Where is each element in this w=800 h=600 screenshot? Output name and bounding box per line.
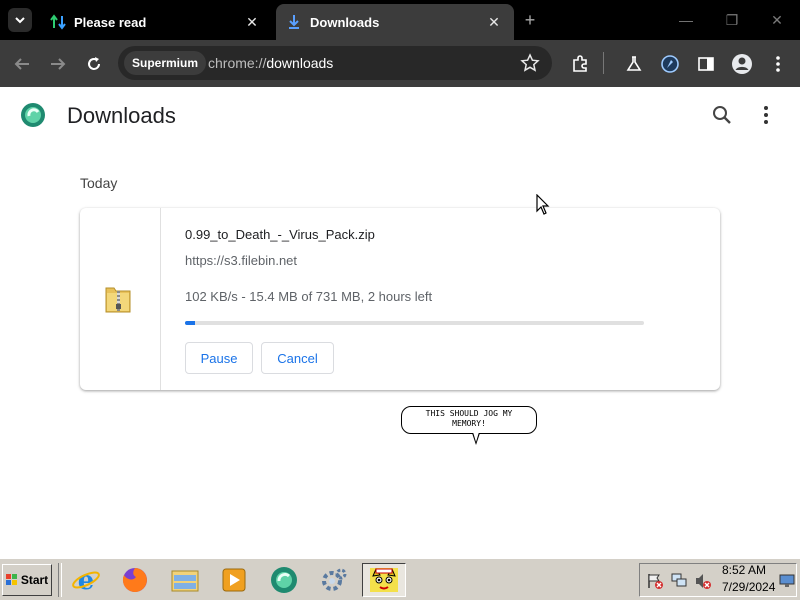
taskbar-separator (58, 563, 62, 597)
side-panel-icon (698, 57, 714, 71)
url-scheme: chrome:// (208, 55, 267, 71)
forward-arrow-icon (51, 58, 66, 70)
minimize-button[interactable]: — (676, 10, 696, 30)
close-icon[interactable]: ✕ (484, 12, 504, 32)
flask-icon (626, 56, 642, 71)
reload-button[interactable] (82, 52, 106, 76)
page-title: Downloads (67, 103, 176, 128)
clock-time[interactable]: 8:52 AM (722, 563, 766, 577)
speech-bubble-line: MEMORY! (452, 419, 486, 428)
date-section-heading: Today (80, 175, 118, 191)
forward-button[interactable] (46, 52, 70, 76)
firefox-icon[interactable] (113, 563, 157, 597)
download-status: 102 KB/s - 15.4 MB of 731 MB, 2 hours le… (185, 289, 433, 304)
download-file-name[interactable]: 0.99_to_Death_-_Virus_Pack.zip (185, 227, 375, 242)
action-center-warning-icon[interactable] (646, 572, 664, 590)
labs-button[interactable] (622, 52, 646, 76)
avatar-icon (732, 54, 752, 74)
more-vert-icon (776, 56, 780, 72)
mouse-pointer-icon (536, 194, 550, 215)
download-progress-fill (185, 321, 195, 325)
start-button[interactable]: Start (2, 564, 52, 596)
extension-button[interactable] (658, 52, 682, 76)
browser-menu-button[interactable] (766, 52, 790, 76)
supermium-logo-icon (21, 103, 45, 127)
extensions-button[interactable] (568, 52, 592, 76)
start-label: Start (20, 573, 49, 587)
url-text[interactable]: chrome://downloads (208, 55, 333, 71)
internet-explorer-icon[interactable]: e (64, 563, 108, 597)
profile-button[interactable] (730, 52, 754, 76)
cat-app-icon[interactable] (362, 563, 406, 597)
toolbar-divider (603, 52, 604, 74)
download-icon (286, 14, 302, 30)
pause-button[interactable]: Pause (185, 342, 253, 374)
transfer-arrows-icon (50, 14, 66, 30)
download-progress-bar (185, 321, 644, 325)
volume-muted-icon[interactable] (694, 572, 712, 590)
back-button[interactable] (10, 52, 34, 76)
file-manager-icon[interactable] (163, 563, 207, 597)
side-panel-button[interactable] (694, 52, 718, 76)
tab-search-button[interactable] (8, 8, 32, 32)
cancel-button[interactable]: Cancel (261, 342, 334, 374)
address-bar[interactable]: Supermium chrome://downloads (118, 46, 552, 80)
reload-icon (88, 57, 100, 70)
tab-downloads[interactable]: Downloads ✕ (276, 4, 514, 40)
speech-bubble: THIS SHOULD JOG MY MEMORY! (401, 406, 537, 434)
chevron-down-icon (15, 17, 25, 24)
back-arrow-icon (14, 58, 29, 70)
extension-compass-icon (661, 55, 679, 73)
zip-folder-icon[interactable] (104, 282, 132, 314)
browser-chip[interactable]: Supermium (124, 51, 207, 75)
puzzle-icon (573, 55, 587, 72)
browser-toolbar: Supermium chrome://downloads (0, 40, 800, 87)
speech-bubble-tail-inner (473, 432, 479, 442)
windows-flag-icon (5, 574, 17, 585)
more-vert-icon[interactable] (756, 104, 776, 126)
settings-icon[interactable] (312, 563, 356, 597)
speech-bubble-line: THIS SHOULD JOG MY (425, 409, 513, 418)
network-icon[interactable] (670, 572, 688, 590)
taskbar: Start e (0, 558, 800, 600)
supermium-icon[interactable] (262, 563, 306, 597)
restore-button[interactable]: ❐ (722, 10, 742, 30)
tab-please-read[interactable]: Please read ✕ (40, 4, 272, 40)
clock-date[interactable]: 7/29/2024 (722, 580, 775, 594)
bookmark-star-icon[interactable] (520, 53, 540, 73)
card-divider (160, 208, 161, 390)
monitor-icon[interactable] (779, 574, 795, 588)
tab-title: Downloads (310, 14, 380, 30)
close-icon[interactable]: ✕ (242, 12, 262, 32)
title-bar: Please read ✕ Downloads ✕ + — ❐ ✕ (0, 0, 800, 40)
tab-title: Please read (74, 14, 147, 30)
search-icon[interactable] (711, 104, 733, 126)
url-host: downloads (266, 55, 334, 71)
new-tab-button[interactable]: + (520, 10, 540, 30)
svg-text:e: e (78, 566, 95, 595)
media-player-icon[interactable] (212, 563, 256, 597)
download-source-url[interactable]: https://s3.filebin.net (185, 253, 297, 268)
window-close-button[interactable]: ✕ (767, 10, 787, 30)
